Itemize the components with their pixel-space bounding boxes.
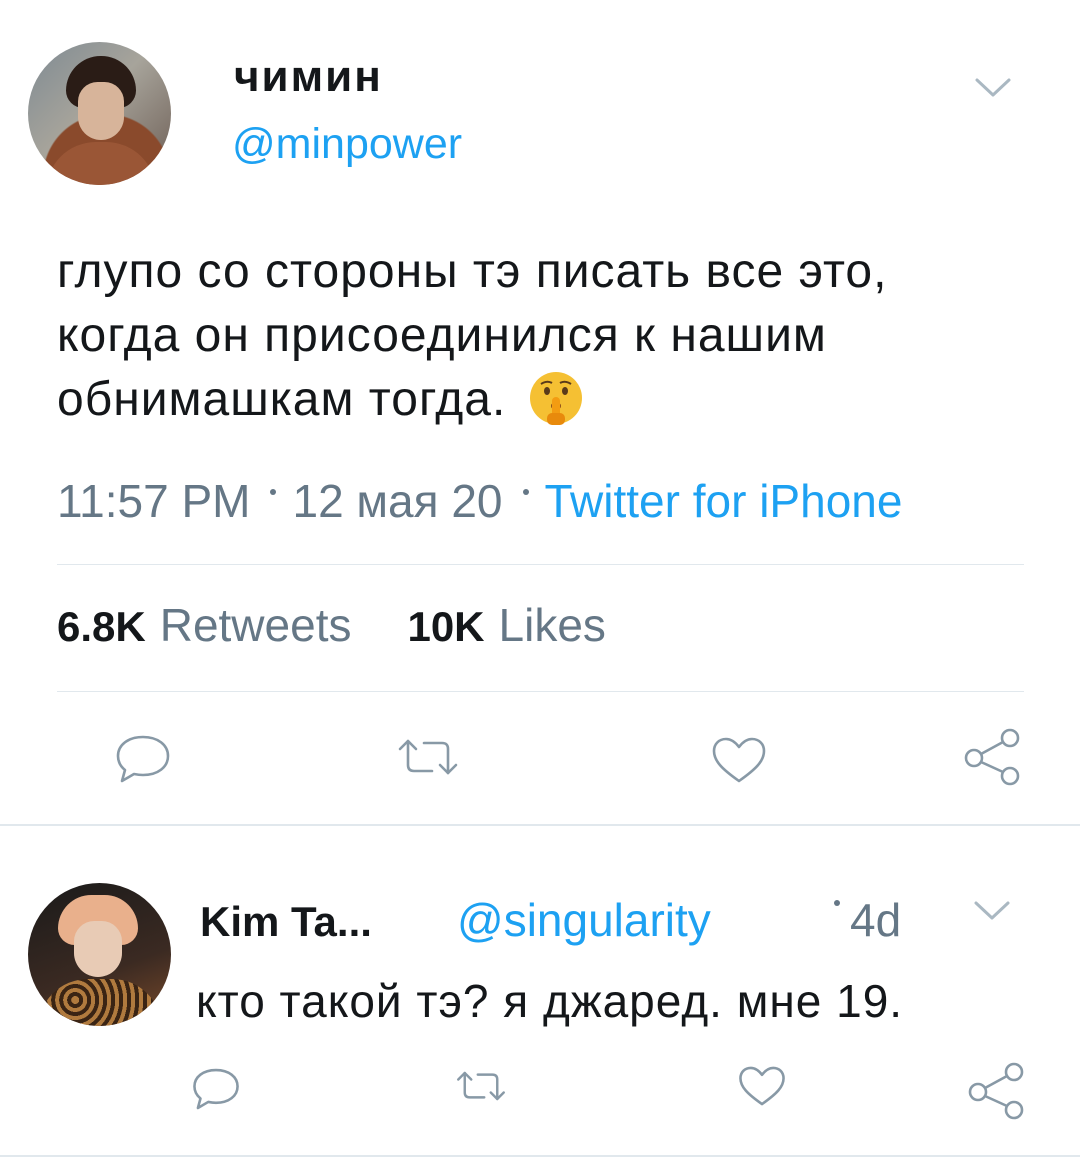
tweet-text: глупо со стороны тэ писать все это, когд… (57, 240, 997, 432)
heart-icon[interactable] (737, 1064, 787, 1108)
separator-dot (834, 900, 840, 906)
reply-author-handle[interactable]: @singularity (457, 893, 711, 947)
retweet-icon[interactable] (396, 735, 460, 779)
retweets-count: 6.8K (57, 603, 146, 650)
tweet-time: 11:57 PM (57, 475, 251, 527)
shushing-face-icon (527, 369, 585, 427)
separator-dot (270, 489, 277, 495)
tweet-date: 12 мая 20 (292, 475, 503, 527)
reply-author-avatar[interactable] (28, 883, 171, 1026)
tweet-text-content: глупо со стороны тэ писать все это, когд… (57, 245, 888, 426)
author-handle[interactable]: @minpower (232, 120, 462, 169)
retweets-label: Retweets (159, 599, 352, 651)
tweet-meta: 11:57 PM 12 мая 20 Twitter for iPhone (57, 474, 902, 528)
author-avatar[interactable] (28, 42, 171, 185)
heart-icon[interactable] (710, 735, 768, 785)
share-icon[interactable] (962, 726, 1022, 786)
likes-label: Likes (498, 599, 606, 651)
reply-text: кто такой тэ? я джаред. мне 19. (196, 975, 904, 1027)
reply-time-text: 4d (850, 894, 902, 946)
retweet-icon[interactable] (455, 1068, 507, 1104)
share-icon[interactable] (966, 1060, 1026, 1120)
separator-dot (522, 489, 529, 495)
reply-author-display-name[interactable]: Kim Ta... (200, 898, 372, 946)
likes-count: 10K (407, 603, 485, 650)
tweet-stats: 6.8K Retweets 10K Likes (57, 598, 606, 652)
chevron-down-icon[interactable] (972, 899, 1012, 923)
retweets-stat[interactable]: 6.8K Retweets (57, 599, 351, 651)
author-display-name[interactable]: чимин (234, 52, 383, 102)
reply-icon[interactable] (191, 1066, 241, 1112)
section-divider (0, 1155, 1080, 1157)
likes-stat[interactable]: 10K Likes (407, 599, 605, 651)
section-divider (0, 824, 1080, 826)
chevron-down-icon[interactable] (973, 76, 1013, 100)
divider (57, 564, 1024, 565)
reply-timestamp: 4d (834, 893, 901, 947)
divider (57, 691, 1024, 692)
tweet-source-link[interactable]: Twitter for iPhone (545, 475, 903, 527)
reply-icon[interactable] (114, 733, 172, 785)
